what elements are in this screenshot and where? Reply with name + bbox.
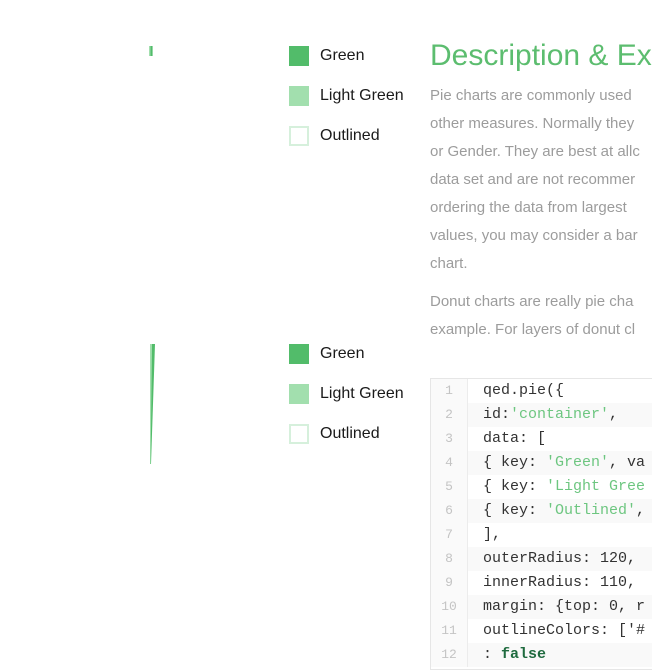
code-token: , <box>636 502 646 519</box>
legend-label: Green <box>320 47 365 64</box>
code-token: { key: <box>483 478 547 495</box>
legend-swatch-green <box>289 46 309 66</box>
legend-swatch-light-green <box>289 86 309 106</box>
legend-swatch-light-green <box>289 384 309 404</box>
line-number: 4 <box>431 451 468 475</box>
legend-swatch-outlined <box>289 126 309 146</box>
code-block: 1 qed.pie({ 2 id:'container', 3 data: [ 4 { key… <box>430 378 652 670</box>
code-text: { key: 'Green', va <box>483 451 645 475</box>
paragraph-line: ordering the data from largest <box>430 199 627 216</box>
code-token: , <box>609 406 619 423</box>
legend-label: Light Green <box>320 385 404 402</box>
code-line: 8 outerRadius: 120, <box>431 547 652 571</box>
code-token: { key: <box>483 502 547 519</box>
legend-item-light-green: Light Green <box>289 383 404 405</box>
line-number: 7 <box>431 523 468 547</box>
code-line: 7], <box>431 523 652 547</box>
paragraph-line: Donut charts are really pie cha <box>430 293 634 310</box>
legend-item-light-green: Light Green <box>289 85 404 107</box>
code-line: 1 qed.pie({ <box>431 379 652 403</box>
code-text: data: [ <box>483 427 546 451</box>
code-token: { key: <box>483 454 547 471</box>
legend-label: Light Green <box>320 87 404 104</box>
code-text: margin: {top: 0, r <box>483 595 645 619</box>
legend-label: Outlined <box>320 127 380 144</box>
code-line: 9 innerRadius: 110, <box>431 571 652 595</box>
paragraph-line: data set and are not recommer <box>430 171 636 188</box>
paragraph-line: chart. <box>430 255 468 272</box>
line-number: 11 <box>431 619 468 643</box>
line-number: 10 <box>431 595 468 619</box>
line-number: 12 <box>431 643 468 667</box>
code-token: id: <box>483 406 511 423</box>
code-line: 3 data: [ <box>431 427 652 451</box>
code-text: innerRadius: 110, <box>483 571 636 595</box>
line-number: 3 <box>431 427 468 451</box>
code-text: outlineColors: ['# <box>483 619 645 643</box>
pie-chart-1 <box>149 46 153 56</box>
code-line: 5 { key: 'Light Gree <box>431 475 652 499</box>
code-line: 6 { key: 'Outlined', <box>431 499 652 523</box>
code-line: 4 { key: 'Green', va <box>431 451 652 475</box>
code-keyword: false <box>501 646 547 663</box>
pie-slice-green <box>150 46 153 56</box>
legend-swatch-green <box>289 344 309 364</box>
code-string: 'container' <box>510 406 610 423</box>
code-string: 'Outlined' <box>546 502 637 519</box>
line-number: 2 <box>431 403 468 427</box>
paragraph-line: example. For layers of donut cl <box>430 321 636 338</box>
code-token: outlineColors: ['# <box>483 622 646 639</box>
code-token: innerRadius: 110, <box>483 574 637 591</box>
description-paragraph-1: Pie charts are commonly used other measu… <box>430 82 640 278</box>
code-token: data: [ <box>483 430 547 447</box>
code-string: 'Green' <box>546 454 610 471</box>
code-text: outerRadius: 120, <box>483 547 636 571</box>
legend-label: Green <box>320 345 365 362</box>
code-text: ], <box>483 523 501 547</box>
section-title: Description & Exa <box>430 39 652 72</box>
code-line: 10 margin: {top: 0, r <box>431 595 652 619</box>
code-token: outerRadius: 120, <box>483 550 637 567</box>
code-line: 2 id:'container', <box>431 403 652 427</box>
paragraph-line: Pie charts are commonly used <box>430 87 632 104</box>
line-number: 1 <box>431 379 468 403</box>
code-line: 12 : false <box>431 643 652 667</box>
legend-item-green: Green <box>289 45 364 67</box>
code-text: { key: 'Light Gree <box>483 475 645 499</box>
description-paragraph-2: Donut charts are really pie cha example.… <box>430 288 635 344</box>
line-number: 8 <box>431 547 468 571</box>
paragraph-line: other measures. Normally they <box>430 115 635 132</box>
code-token: : <box>483 646 502 663</box>
code-line: 11 outlineColors: ['# <box>431 619 652 643</box>
code-token: ], <box>483 526 502 543</box>
legend-swatch-outlined <box>289 424 309 444</box>
legend-item-green: Green <box>289 343 364 365</box>
code-token: qed.pie({ <box>483 382 565 399</box>
line-number: 9 <box>431 571 468 595</box>
legend-label: Outlined <box>320 425 380 442</box>
paragraph-line: values, you may consider a bar <box>430 227 638 244</box>
code-text: qed.pie({ <box>483 379 564 403</box>
code-token: , va <box>609 454 646 471</box>
code-text: { key: 'Outlined', <box>483 499 645 523</box>
code-string: 'Light Gree <box>546 478 646 495</box>
code-token: margin: {top: 0, r <box>483 598 646 615</box>
paragraph-line: or Gender. They are best at allc <box>430 143 640 160</box>
pie-slice-light-green <box>149 46 151 56</box>
code-text: : false <box>483 643 546 667</box>
pie-chart-2 <box>150 344 155 464</box>
code-text: id:'container', <box>483 403 618 427</box>
line-number: 5 <box>431 475 468 499</box>
legend-item-outlined: Outlined <box>289 423 380 445</box>
line-number: 6 <box>431 499 468 523</box>
legend-item-outlined: Outlined <box>289 125 380 147</box>
